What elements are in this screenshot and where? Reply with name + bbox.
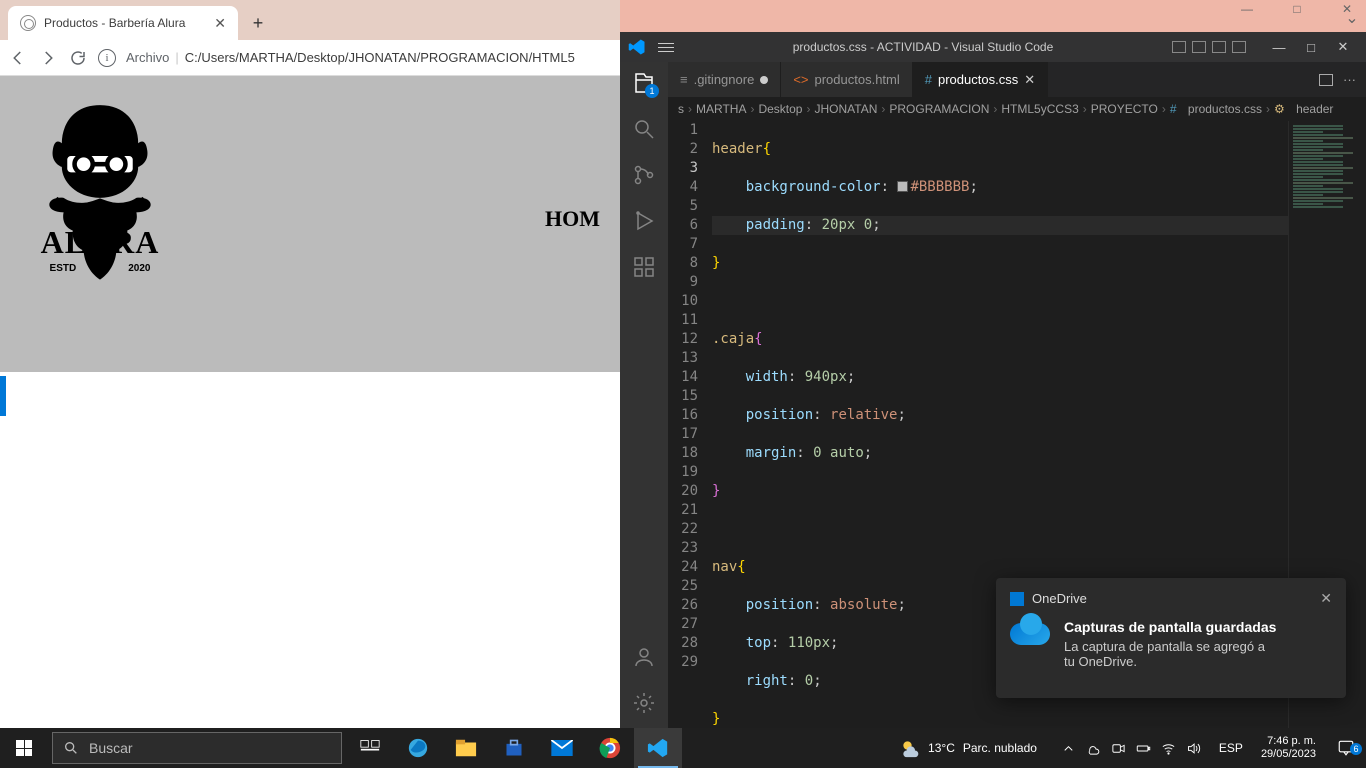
- vscode-taskbar-icon[interactable]: [634, 728, 682, 768]
- taskbar: Buscar 13°C Parc. nublado ESP 7:46 p. m.…: [0, 728, 1366, 768]
- clock-date: 29/05/2023: [1261, 748, 1316, 761]
- weather-widget[interactable]: 13°C Parc. nublado: [886, 738, 1051, 758]
- search-placeholder: Buscar: [89, 740, 133, 756]
- globe-icon: [20, 15, 36, 31]
- chrome-window: Productos - Barbería Alura ✕ + i Archivo…: [0, 0, 620, 728]
- logo-year: 2020: [128, 263, 150, 274]
- start-button[interactable]: [0, 728, 48, 768]
- debug-icon[interactable]: [631, 208, 657, 234]
- taskbar-clock[interactable]: 7:46 p. m. 29/05/2023: [1251, 735, 1326, 761]
- vscode-titlebar: productos.css - ACTIVIDAD - Visual Studi…: [620, 32, 1366, 62]
- page-viewport: ALURA ESTD 2020 HOM: [0, 76, 620, 728]
- clock-time: 7:46 p. m.: [1261, 735, 1316, 748]
- toast-body-line2: tu OneDrive.: [1064, 654, 1276, 669]
- logo-brand-text: ALURA: [20, 224, 180, 261]
- settings-file-icon: ≡: [680, 72, 688, 87]
- mail-icon[interactable]: [538, 728, 586, 768]
- toast-title: Capturas de pantalla guardadas: [1064, 619, 1276, 635]
- new-tab-button[interactable]: +: [244, 9, 272, 37]
- css-file-icon: #: [925, 72, 932, 87]
- vscode-logo-icon: [628, 38, 646, 56]
- edge-icon[interactable]: [394, 728, 442, 768]
- search-icon[interactable]: [631, 116, 657, 142]
- file-explorer-icon[interactable]: [442, 728, 490, 768]
- windows-logo-icon: [16, 740, 32, 756]
- weather-icon: [900, 738, 920, 758]
- page-nav: HOM: [530, 206, 600, 232]
- back-button[interactable]: [8, 48, 28, 68]
- onedrive-toast[interactable]: OneDrive ✕ Capturas de pantalla guardada…: [996, 578, 1346, 698]
- toast-body-line1: La captura de pantalla se agregó a: [1064, 639, 1276, 654]
- activity-bar: 1: [620, 62, 668, 728]
- meet-now-icon[interactable]: [1111, 741, 1126, 756]
- close-tab-icon[interactable]: ✕: [214, 15, 226, 32]
- vscode-title: productos.css - ACTIVIDAD - Visual Studi…: [686, 40, 1160, 54]
- chrome-taskbar-icon[interactable]: [586, 728, 634, 768]
- split-editor-icon[interactable]: [1319, 74, 1333, 86]
- language-indicator[interactable]: ESP: [1211, 741, 1251, 755]
- source-control-icon[interactable]: [631, 162, 657, 188]
- chrome-toolbar: i Archivo | C:/Users/MARTHA/Desktop/JHON…: [0, 40, 620, 76]
- taskbar-search[interactable]: Buscar: [52, 732, 342, 764]
- onedrive-icon: [1010, 592, 1024, 606]
- maximize-button[interactable]: □: [1282, 2, 1312, 16]
- vscode-minimize-button[interactable]: —: [1264, 37, 1294, 57]
- explorer-badge: 1: [645, 84, 659, 98]
- extensions-icon[interactable]: [631, 254, 657, 280]
- vscode-close-button[interactable]: ✕: [1328, 37, 1358, 57]
- close-tab-icon[interactable]: ✕: [1024, 72, 1035, 88]
- tab-gitignore[interactable]: ≡ .gitingnore: [668, 62, 781, 97]
- store-icon[interactable]: [490, 728, 538, 768]
- more-actions-icon[interactable]: ···: [1343, 72, 1356, 87]
- nav-home-link[interactable]: HOM: [545, 206, 600, 231]
- search-icon: [63, 740, 79, 756]
- unsaved-dot-icon: [760, 76, 768, 84]
- chrome-tab-title: Productos - Barbería Alura: [44, 16, 185, 30]
- toast-app-name: OneDrive: [1032, 591, 1087, 606]
- notification-badge: 6: [1350, 743, 1362, 755]
- cloud-icon: [1010, 619, 1050, 645]
- forward-button[interactable]: [38, 48, 58, 68]
- chevron-up-icon[interactable]: [1061, 741, 1076, 756]
- battery-icon[interactable]: [1136, 741, 1151, 756]
- explorer-icon[interactable]: 1: [631, 70, 657, 96]
- account-icon[interactable]: [631, 644, 657, 670]
- weather-desc: Parc. nublado: [963, 741, 1037, 755]
- html-file-icon: <>: [793, 72, 808, 87]
- page-header: ALURA ESTD 2020 HOM: [0, 76, 620, 372]
- toast-close-icon[interactable]: ✕: [1320, 590, 1332, 607]
- chrome-collapse-chevron-icon[interactable]: ⌄: [1342, 8, 1362, 28]
- editor-tabs: ≡ .gitingnore <> productos.html # produc…: [668, 62, 1366, 97]
- editor-layout-buttons[interactable]: [1172, 41, 1246, 53]
- url-path: C:/Users/MARTHA/Desktop/JHONATAN/PROGRAM…: [185, 50, 575, 65]
- tab-productos-html[interactable]: <> productos.html: [781, 62, 912, 97]
- vscode-maximize-button[interactable]: □: [1296, 37, 1326, 57]
- tab-productos-css[interactable]: # productos.css ✕: [913, 62, 1048, 97]
- hamburger-menu-icon[interactable]: [658, 43, 674, 52]
- onedrive-tray-icon[interactable]: [1086, 741, 1101, 756]
- task-view-icon[interactable]: [346, 728, 394, 768]
- url-scheme-label: Archivo: [126, 50, 169, 65]
- chrome-tab-active[interactable]: Productos - Barbería Alura ✕: [8, 6, 238, 40]
- weather-temp: 13°C: [928, 741, 955, 755]
- barberia-logo: [20, 96, 180, 296]
- logo-estd: ESTD: [50, 263, 77, 274]
- chrome-tabstrip: Productos - Barbería Alura ✕ +: [0, 0, 620, 40]
- address-bar[interactable]: Archivo | C:/Users/MARTHA/Desktop/JHONAT…: [126, 50, 612, 65]
- wifi-icon[interactable]: [1161, 741, 1176, 756]
- site-info-icon[interactable]: i: [98, 49, 116, 67]
- reload-button[interactable]: [68, 48, 88, 68]
- volume-icon[interactable]: [1186, 741, 1201, 756]
- edge-tab-indicator: [0, 376, 6, 416]
- system-tray[interactable]: [1051, 741, 1211, 756]
- line-gutter: 12345 678910 1112131415 1617181920 21222…: [668, 121, 712, 728]
- action-center-icon[interactable]: 6: [1326, 739, 1366, 757]
- settings-gear-icon[interactable]: [631, 690, 657, 716]
- minimize-button[interactable]: —: [1232, 2, 1262, 16]
- breadcrumb[interactable]: s› MARTHA› Desktop› JHONATAN› PROGRAMACI…: [668, 97, 1366, 121]
